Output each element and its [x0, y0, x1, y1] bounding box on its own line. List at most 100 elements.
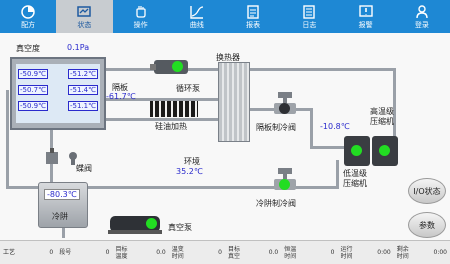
shelf-temp: -51.4℃	[68, 85, 98, 95]
status-process: 工艺 0	[0, 241, 56, 264]
ambient-temp: 35.2℃	[176, 167, 203, 176]
hand-icon	[133, 4, 149, 20]
nav-operate[interactable]: 操作	[113, 0, 169, 33]
status-target-vacuum: 目标 真空 0.0	[225, 241, 281, 264]
status-segment: 段号 0	[56, 241, 112, 264]
cold-trap-label: 冷阱	[52, 212, 68, 221]
nav-status-label: 状态	[77, 20, 92, 29]
pipe-left-down	[6, 90, 9, 186]
curve-icon	[189, 4, 205, 20]
nav-log[interactable]: 日志	[281, 0, 337, 33]
oil-heater[interactable]	[150, 101, 198, 117]
shelf-temp: -51.2℃	[68, 69, 98, 79]
status-bar: 工艺 0 段号 0 目标 温度 0.0 温变 时间 0 目标 真空 0.0 恒温…	[0, 240, 450, 264]
status-ramp-time: 温变 时间 0	[169, 241, 225, 264]
pump-icon	[150, 60, 188, 74]
status-target-temp: 目标 温度 0.0	[113, 241, 169, 264]
status-label: 温变 时间	[171, 245, 184, 260]
params-label: 参数	[419, 220, 435, 230]
nav-login-label: 登录	[414, 20, 429, 29]
top-nav: 配方 状态 操作 曲线 报表 日志 报警 登录	[0, 0, 450, 33]
nav-recipe-label: 配方	[21, 20, 36, 29]
status-value: 0:00	[433, 249, 447, 256]
status-run-time: 运行 时间 0:00	[338, 241, 394, 264]
status-value: 0:00	[377, 249, 391, 256]
vacuum-label: 真空度	[16, 44, 40, 53]
hp-comp-temp: -10.8℃	[320, 122, 350, 131]
login-icon	[414, 4, 430, 20]
run-indicator	[146, 218, 157, 229]
alarm-icon	[358, 4, 374, 20]
status-label: 剩余 时间	[396, 245, 409, 260]
nav-report[interactable]: 报表	[225, 0, 281, 33]
shelf-temp: -50.9℃	[18, 101, 48, 111]
run-indicator	[279, 103, 290, 114]
cold-trap: -80.3℃ 冷阱	[38, 182, 88, 228]
vacuum-pump[interactable]	[108, 212, 166, 236]
pipe-trap-left	[6, 186, 38, 189]
nav-recipe[interactable]: 配方	[0, 0, 56, 33]
nav-curve-label: 曲线	[189, 20, 204, 29]
pipe-valve-to-comp	[310, 108, 313, 148]
pipe-vac-pump	[62, 228, 65, 238]
trap-cool-valve[interactable]	[270, 168, 300, 192]
status-label: 目标 真空	[228, 245, 241, 260]
shelf-temp: -51.1℃	[68, 101, 98, 111]
status-label: 恒温 时间	[284, 245, 297, 260]
heater-coil-icon	[150, 101, 198, 117]
butterfly-valve-icon	[46, 148, 58, 164]
status-label: 段号	[59, 249, 72, 256]
vacuum-pump-icon	[108, 216, 162, 234]
status-value: 0	[105, 249, 110, 256]
status-label: 工艺	[3, 249, 16, 256]
run-indicator	[351, 145, 362, 156]
chamber-row-1: -50.9℃ -51.2℃	[18, 69, 98, 79]
nav-log-label: 日志	[302, 20, 317, 29]
chamber-window: -50.9℃ -51.2℃ -50.7℃ -51.4℃ -50.9℃ -51.1…	[16, 64, 100, 123]
drying-chamber: -50.9℃ -51.2℃ -50.7℃ -51.4℃ -50.9℃ -51.1…	[10, 57, 106, 130]
oil-heat-label: 硅油加热	[155, 122, 187, 131]
pipe-to-lp-comp	[310, 146, 346, 149]
status-hold-time: 恒温 时间 0	[281, 241, 337, 264]
log-icon	[301, 4, 317, 20]
circulation-pump[interactable]	[150, 56, 192, 78]
butterfly-valve-actuator	[68, 150, 78, 165]
trap-cool-valve-label: 冷阱制冷阀	[256, 199, 296, 208]
nav-alarm-label: 报警	[358, 20, 373, 29]
hp-compressor[interactable]	[372, 136, 398, 166]
butterfly-valve[interactable]	[44, 148, 60, 168]
pipe-trap-line	[88, 186, 338, 189]
partition-cool-valve[interactable]	[270, 92, 300, 116]
nav-status[interactable]: 状态	[56, 0, 113, 33]
circ-pump-label: 循环泵	[176, 84, 200, 93]
vacuum-value: 0.1Pa	[67, 43, 90, 52]
partition-cool-valve-label: 隔板制冷阀	[256, 123, 296, 132]
chamber-row-2: -50.7℃ -51.4℃	[18, 85, 98, 95]
nav-login[interactable]: 登录	[394, 0, 450, 33]
status-label: 目标 温度	[115, 245, 128, 260]
status-value: 0	[330, 249, 335, 256]
pipe-trap-up	[336, 160, 339, 189]
io-state-button[interactable]: I/O状态	[408, 178, 446, 204]
status-value: 0	[218, 249, 222, 256]
run-indicator	[279, 179, 290, 190]
partition-temp: -61.7℃	[106, 92, 136, 101]
status-icon	[76, 4, 92, 20]
params-button[interactable]: 参数	[408, 212, 446, 238]
io-state-label: I/O状态	[413, 186, 441, 196]
hmi-screen: 配方 状态 操作 曲线 报表 日志 报警 登录 真空度 0.1Pa -50.9℃…	[0, 0, 450, 264]
shelf-temp: -50.7℃	[18, 85, 48, 95]
nav-curve[interactable]: 曲线	[169, 0, 225, 33]
nav-alarm[interactable]: 报警	[338, 0, 394, 33]
status-value: 0.0	[156, 249, 166, 256]
status-label: 运行 时间	[340, 245, 353, 260]
pipe-right-vertical	[393, 68, 396, 138]
lp-compressor[interactable]	[344, 136, 370, 166]
nav-report-label: 报表	[246, 20, 261, 29]
pie-chart-icon	[20, 4, 36, 20]
shelf-temp: -50.9℃	[18, 69, 48, 79]
report-icon	[245, 4, 261, 20]
chamber-row-3: -50.9℃ -51.1℃	[18, 101, 98, 111]
run-indicator	[379, 145, 390, 156]
hp-comp-label: 高温级 压缩机	[370, 107, 394, 126]
